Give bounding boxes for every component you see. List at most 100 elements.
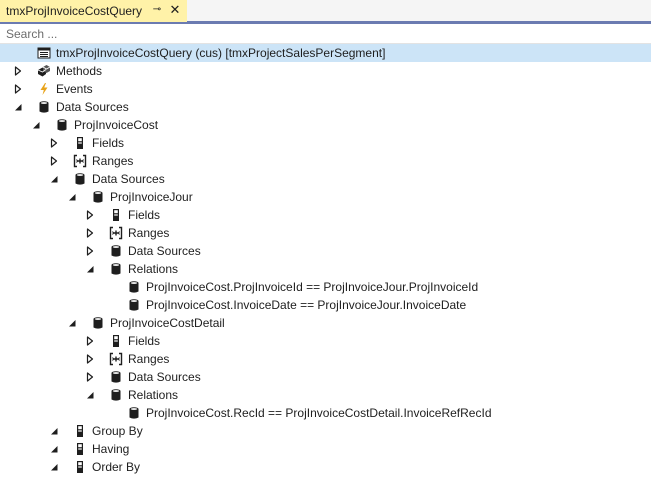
tree-node-label: Data Sources — [128, 244, 201, 258]
tree-node-label: Ranges — [92, 154, 134, 168]
tree-node-label: Having — [92, 442, 130, 456]
tree-node-label: tmxProjInvoiceCostQuery (cus) [tmxProjec… — [56, 46, 386, 60]
tree-node[interactable]: ProjInvoiceCost.RecId == ProjInvoiceCost… — [0, 404, 651, 422]
expand-arrow-icon[interactable] — [12, 65, 24, 77]
tree-node[interactable]: ProjInvoiceCostDetail — [0, 314, 651, 332]
tree-node[interactable]: ProjInvoiceCost.ProjInvoiceId == ProjInv… — [0, 278, 651, 296]
tree-node[interactable]: Fields — [0, 206, 651, 224]
collapse-arrow-icon[interactable] — [66, 191, 78, 203]
tree-node[interactable]: ProjInvoiceJour — [0, 188, 651, 206]
tree-node[interactable]: Ranges — [0, 350, 651, 368]
tree-node-label: Data Sources — [56, 100, 129, 114]
tree-node[interactable]: Ranges — [0, 152, 651, 170]
tree-node-label: Fields — [92, 136, 125, 150]
database-icon — [109, 244, 123, 258]
expand-arrow-icon[interactable] — [48, 137, 60, 149]
field-icon — [73, 136, 87, 150]
tab-query[interactable]: tmxProjInvoiceCostQuery ⊸ ✕ — [0, 0, 187, 22]
collapse-arrow-icon[interactable] — [48, 443, 60, 455]
tree-node[interactable]: ProjInvoiceCost.InvoiceDate == ProjInvoi… — [0, 296, 651, 314]
tree-node-label: Data Sources — [92, 172, 165, 186]
tree-node-label: Relations — [128, 262, 179, 276]
tree-node[interactable]: Data Sources — [0, 368, 651, 386]
field-icon — [73, 460, 87, 474]
tree-node[interactable]: Fields — [0, 332, 651, 350]
methods-icon — [37, 64, 51, 78]
tree-node-label: Ranges — [128, 226, 170, 240]
database-icon — [91, 190, 105, 204]
collapse-arrow-icon[interactable] — [66, 317, 78, 329]
tree-node[interactable]: ProjInvoiceCost — [0, 116, 651, 134]
tree-node[interactable]: Having — [0, 440, 651, 458]
tree-node-label: Order By — [92, 460, 141, 474]
tree-node[interactable]: Data Sources — [0, 98, 651, 116]
tree-node-label: ProjInvoiceCost — [74, 118, 159, 132]
database-icon — [91, 316, 105, 330]
search-bar — [0, 25, 651, 44]
expand-arrow-icon[interactable] — [84, 227, 96, 239]
tree-node[interactable]: Methods — [0, 62, 651, 80]
tree-node[interactable]: Ranges — [0, 224, 651, 242]
range-icon — [73, 154, 87, 168]
tree-node[interactable]: Relations — [0, 260, 651, 278]
document-tab-strip: tmxProjInvoiceCostQuery ⊸ ✕ — [0, 0, 651, 24]
collapse-arrow-icon[interactable] — [84, 389, 96, 401]
tree-node[interactable]: Relations — [0, 386, 651, 404]
expand-arrow-icon[interactable] — [84, 371, 96, 383]
range-icon — [109, 352, 123, 366]
expand-arrow-icon[interactable] — [84, 335, 96, 347]
tree-node[interactable]: Fields — [0, 134, 651, 152]
field-icon — [73, 424, 87, 438]
database-icon — [109, 262, 123, 276]
collapse-arrow-icon[interactable] — [48, 425, 60, 437]
database-icon — [109, 388, 123, 402]
tab-title: tmxProjInvoiceCostQuery — [6, 4, 143, 18]
database-icon — [73, 172, 87, 186]
tree-node-label: Fields — [128, 334, 161, 348]
collapse-arrow-icon[interactable] — [12, 101, 24, 113]
expand-arrow-icon[interactable] — [12, 83, 24, 95]
database-icon — [127, 406, 141, 420]
query-icon — [37, 46, 51, 60]
tree-node-label: Events — [56, 82, 93, 96]
tree-node-label: Relations — [128, 388, 179, 402]
tree-node-label: ProjInvoiceCost.ProjInvoiceId == ProjInv… — [146, 280, 479, 294]
database-icon — [127, 280, 141, 294]
tree-node-label: ProjInvoiceCostDetail — [110, 316, 225, 330]
tree-node[interactable]: Data Sources — [0, 242, 651, 260]
tree-node[interactable]: Order By — [0, 458, 651, 476]
event-icon — [37, 82, 51, 96]
collapse-arrow-icon[interactable] — [48, 173, 60, 185]
element-tree: tmxProjInvoiceCostQuery (cus) [tmxProjec… — [0, 44, 651, 479]
expand-arrow-icon[interactable] — [84, 353, 96, 365]
field-icon — [109, 208, 123, 222]
pin-icon[interactable]: ⊸ — [151, 4, 163, 16]
tree-node[interactable]: Group By — [0, 422, 651, 440]
close-icon[interactable]: ✕ — [168, 3, 182, 17]
search-input[interactable] — [0, 25, 651, 43]
expand-arrow-icon[interactable] — [84, 209, 96, 221]
expand-arrow-icon[interactable] — [84, 245, 96, 257]
tree-node-label: Data Sources — [128, 370, 201, 384]
database-icon — [127, 298, 141, 312]
collapse-arrow-icon[interactable] — [84, 263, 96, 275]
tree-node[interactable]: Data Sources — [0, 170, 651, 188]
field-icon — [109, 334, 123, 348]
tree-node[interactable]: tmxProjInvoiceCostQuery (cus) [tmxProjec… — [0, 44, 651, 62]
collapse-arrow-icon[interactable] — [48, 461, 60, 473]
expand-arrow-icon[interactable] — [48, 155, 60, 167]
tree-node-label: Methods — [56, 64, 103, 78]
tree-node-label: ProjInvoiceCost.RecId == ProjInvoiceCost… — [146, 406, 492, 420]
tree-node-label: Fields — [128, 208, 161, 222]
tree-node-label: ProjInvoiceCost.InvoiceDate == ProjInvoi… — [146, 298, 467, 312]
tree-node[interactable]: Events — [0, 80, 651, 98]
collapse-arrow-icon[interactable] — [30, 119, 42, 131]
tree-node-label: Group By — [92, 424, 143, 438]
database-icon — [37, 100, 51, 114]
database-icon — [109, 370, 123, 384]
field-icon — [73, 442, 87, 456]
tree-node-label: ProjInvoiceJour — [110, 190, 193, 204]
tree-node-label: Ranges — [128, 352, 170, 366]
range-icon — [109, 226, 123, 240]
database-icon — [55, 118, 69, 132]
